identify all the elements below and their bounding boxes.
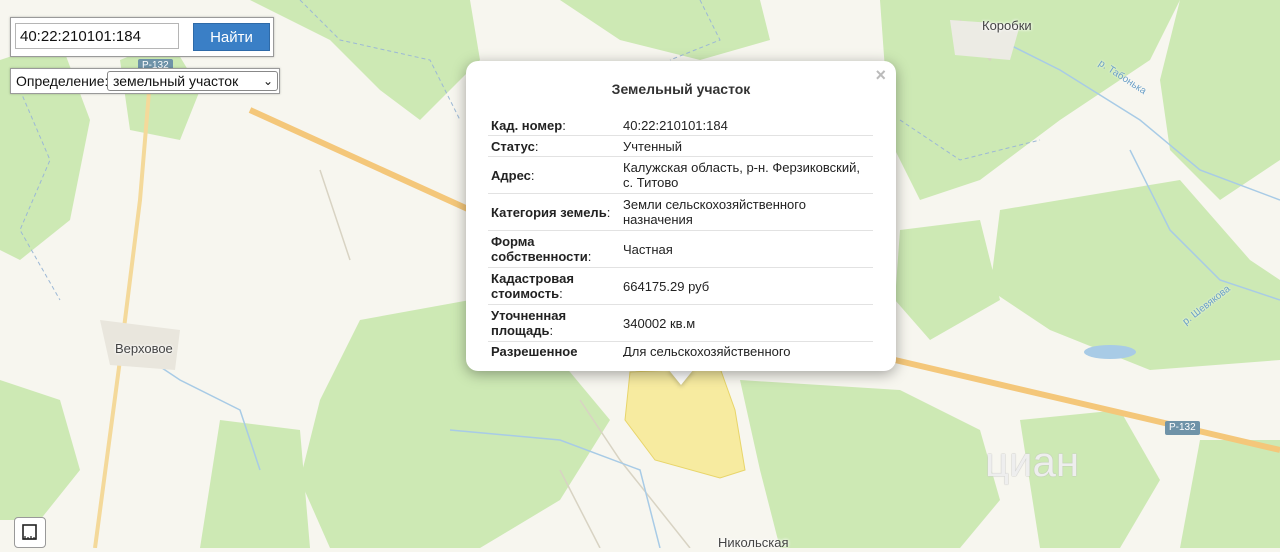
find-button[interactable]: Найти [193,23,270,51]
info-key: Разрешенное [491,344,578,357]
info-value: Для сельскохозяйственного [623,344,791,357]
cadastral-number-input[interactable] [15,23,179,49]
info-key: Статус [491,138,535,154]
info-row: Форма собственности: Частная [488,231,873,268]
info-key: Уточненная площадь [491,308,567,338]
chevron-down-icon: ⌄ [262,74,273,88]
info-key: Адрес [491,167,531,183]
info-key: Форма собственности [491,234,588,264]
info-row: Статус: Учтенный [488,136,873,157]
definition-selected-value: земельный участок [113,73,239,89]
info-value: 664175.29 руб [623,278,710,294]
info-row: Адрес: Калужская область, р-н. Ферзиковс… [488,157,873,194]
parcel-info-popup: × Земельный участок Кад. номер: 40:22:21… [466,61,896,371]
info-value: 40:22:210101:184 [623,117,728,133]
info-row: Категория земель: Земли сельскохозяйстве… [488,194,873,231]
map-tool-button[interactable] [14,517,46,548]
info-row: Уточненная площадь: 340002 кв.м [488,305,873,342]
info-value: Частная [623,241,673,257]
info-value: Учтенный [623,138,683,154]
road-badge-r132: Р-132 [1165,421,1200,435]
definition-label: Определение: [16,73,109,89]
info-value: Калужская область, р-н. Ферзиковский, с.… [623,160,860,190]
popup-body[interactable]: Кад. номер: 40:22:210101:184 Статус: Учт… [488,115,873,357]
watermark-text: циан [985,438,1080,485]
info-row: Разрешенное Для сельскохозяйственного [488,342,873,357]
place-label-korobki: Коробки [982,18,1032,33]
info-value: Земли сельскохозяйственного назначения [623,197,806,227]
definition-panel: Определение: земельный участок ⌄ [10,68,280,94]
info-value: 340002 кв.м [623,315,696,331]
info-row: Кад. номер: 40:22:210101:184 [488,115,873,136]
definition-select[interactable]: земельный участок ⌄ [107,71,278,91]
info-key: Кад. номер [491,117,563,133]
popup-title: Земельный участок [611,81,751,97]
info-key: Категория земель [491,204,607,220]
popup-tip [668,369,694,385]
ruler-icon [22,524,37,540]
info-row: Кадастровая стоимость: 664175.29 руб [488,268,873,305]
place-label-verkhovoe: Верховое [115,341,173,356]
search-panel: Найти [10,17,274,57]
